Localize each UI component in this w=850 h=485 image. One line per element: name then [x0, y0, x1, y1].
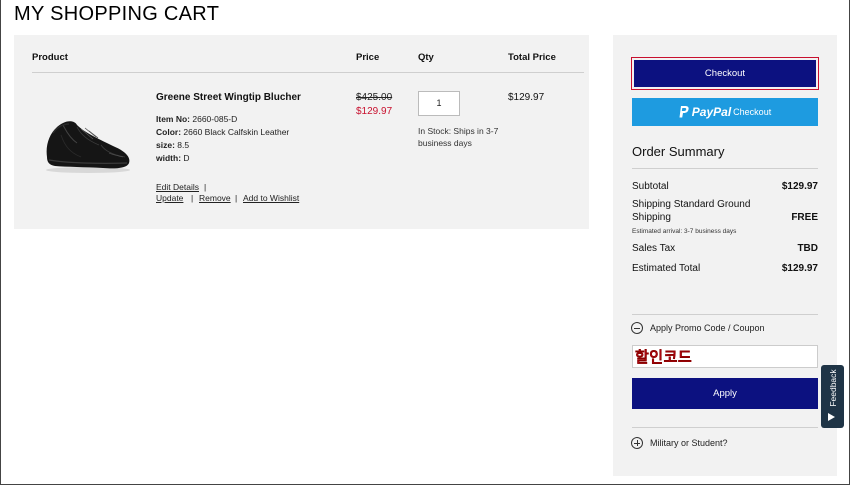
shipping-estimate-note: Estimated arrival: 3-7 business days — [632, 228, 737, 235]
minus-circle-icon — [631, 322, 643, 334]
shipping-label-line1: Shipping Standard Ground — [632, 199, 751, 210]
sale-price: $129.97 — [356, 106, 393, 117]
separator: | — [235, 193, 238, 203]
color-row: Color: 2660 Black Calfskin Leather — [156, 127, 289, 137]
promo-divider — [632, 314, 818, 315]
original-price: $425.00 — [356, 92, 393, 103]
product-name[interactable]: Greene Street Wingtip Blucher — [156, 92, 301, 103]
color-label: Color: — [156, 127, 182, 137]
column-header-price: Price — [356, 52, 380, 63]
remove-link[interactable]: Remove — [199, 193, 231, 203]
line-total-price: $129.97 — [508, 92, 545, 103]
shipping-value: FREE — [791, 212, 818, 223]
item-number-label: Item No: — [156, 114, 190, 124]
promo-code-value: 할인코드 — [635, 349, 693, 366]
color-value: 2660 Black Calfskin Leather — [183, 127, 290, 137]
item-number-value: 2660-085-D — [192, 114, 238, 124]
subtotal-value: $129.97 — [781, 181, 818, 192]
estimated-total-value: $129.97 — [781, 263, 818, 274]
sales-tax-label: Sales Tax — [632, 243, 676, 254]
paypal-checkout-label: Checkout — [733, 107, 772, 117]
page-title: MY SHOPPING CART — [14, 3, 220, 25]
separator: | — [204, 182, 207, 192]
item-number-row: Item No: 2660-085-D — [156, 114, 237, 124]
feedback-tab[interactable]: Feedback — [821, 365, 844, 428]
column-header-total-price: Total Price — [508, 52, 556, 63]
military-student-toggle[interactable]: Military or Student? — [631, 437, 728, 449]
update-link[interactable]: Update — [156, 193, 183, 203]
size-value: 8.5 — [177, 140, 190, 150]
estimated-total-label: Estimated Total — [632, 263, 701, 274]
stock-status: In Stock: Ships in 3-7 business days — [418, 126, 499, 148]
quantity-input[interactable]: 1 — [418, 91, 460, 116]
separator: | — [191, 193, 194, 203]
paypal-checkout-button[interactable]: PayPal Checkout — [632, 98, 818, 126]
promo-code-toggle[interactable]: Apply Promo Code / Coupon — [631, 322, 765, 334]
plus-circle-icon — [631, 437, 643, 449]
feedback-label: Feedback — [827, 369, 838, 407]
edit-details-link[interactable]: Edit Details — [156, 182, 199, 192]
size-label: size: — [156, 140, 175, 150]
size-row: size: 8.5 — [156, 140, 189, 150]
width-value: D — [183, 153, 190, 163]
wingtip-shoe-image[interactable] — [41, 113, 134, 175]
checkout-button[interactable]: Checkout — [634, 60, 816, 87]
checkout-focus-ring: Checkout — [631, 57, 819, 90]
add-to-wishlist-link[interactable]: Add to Wishlist — [243, 193, 299, 203]
shipping-label-line2: Shipping — [632, 212, 671, 223]
column-header-qty: Qty — [418, 52, 434, 63]
military-student-label: Military or Student? — [650, 438, 728, 448]
column-header-product: Product — [32, 52, 68, 63]
promo-code-toggle-label: Apply Promo Code / Coupon — [650, 323, 765, 333]
summary-divider — [632, 168, 818, 169]
order-summary-title: Order Summary — [632, 144, 725, 159]
width-row: width: D — [156, 153, 190, 163]
paypal-wordmark: PayPal — [691, 105, 732, 119]
paypal-logo: PayPal Checkout — [679, 105, 771, 119]
header-divider — [32, 72, 584, 73]
sales-tax-value: TBD — [797, 243, 818, 254]
paypal-icon — [679, 106, 689, 118]
subtotal-label: Subtotal — [632, 181, 669, 192]
order-summary-panel: Checkout PayPal Checkout Order Summary S… — [613, 35, 837, 476]
cart-panel: Product Price Qty Total Price Greene Str… — [14, 35, 589, 229]
play-arrow-icon — [828, 413, 835, 421]
military-divider — [632, 427, 818, 428]
promo-code-input[interactable]: 할인코드 — [632, 345, 818, 368]
width-label: width: — [156, 153, 182, 163]
apply-promo-button[interactable]: Apply — [632, 378, 818, 409]
